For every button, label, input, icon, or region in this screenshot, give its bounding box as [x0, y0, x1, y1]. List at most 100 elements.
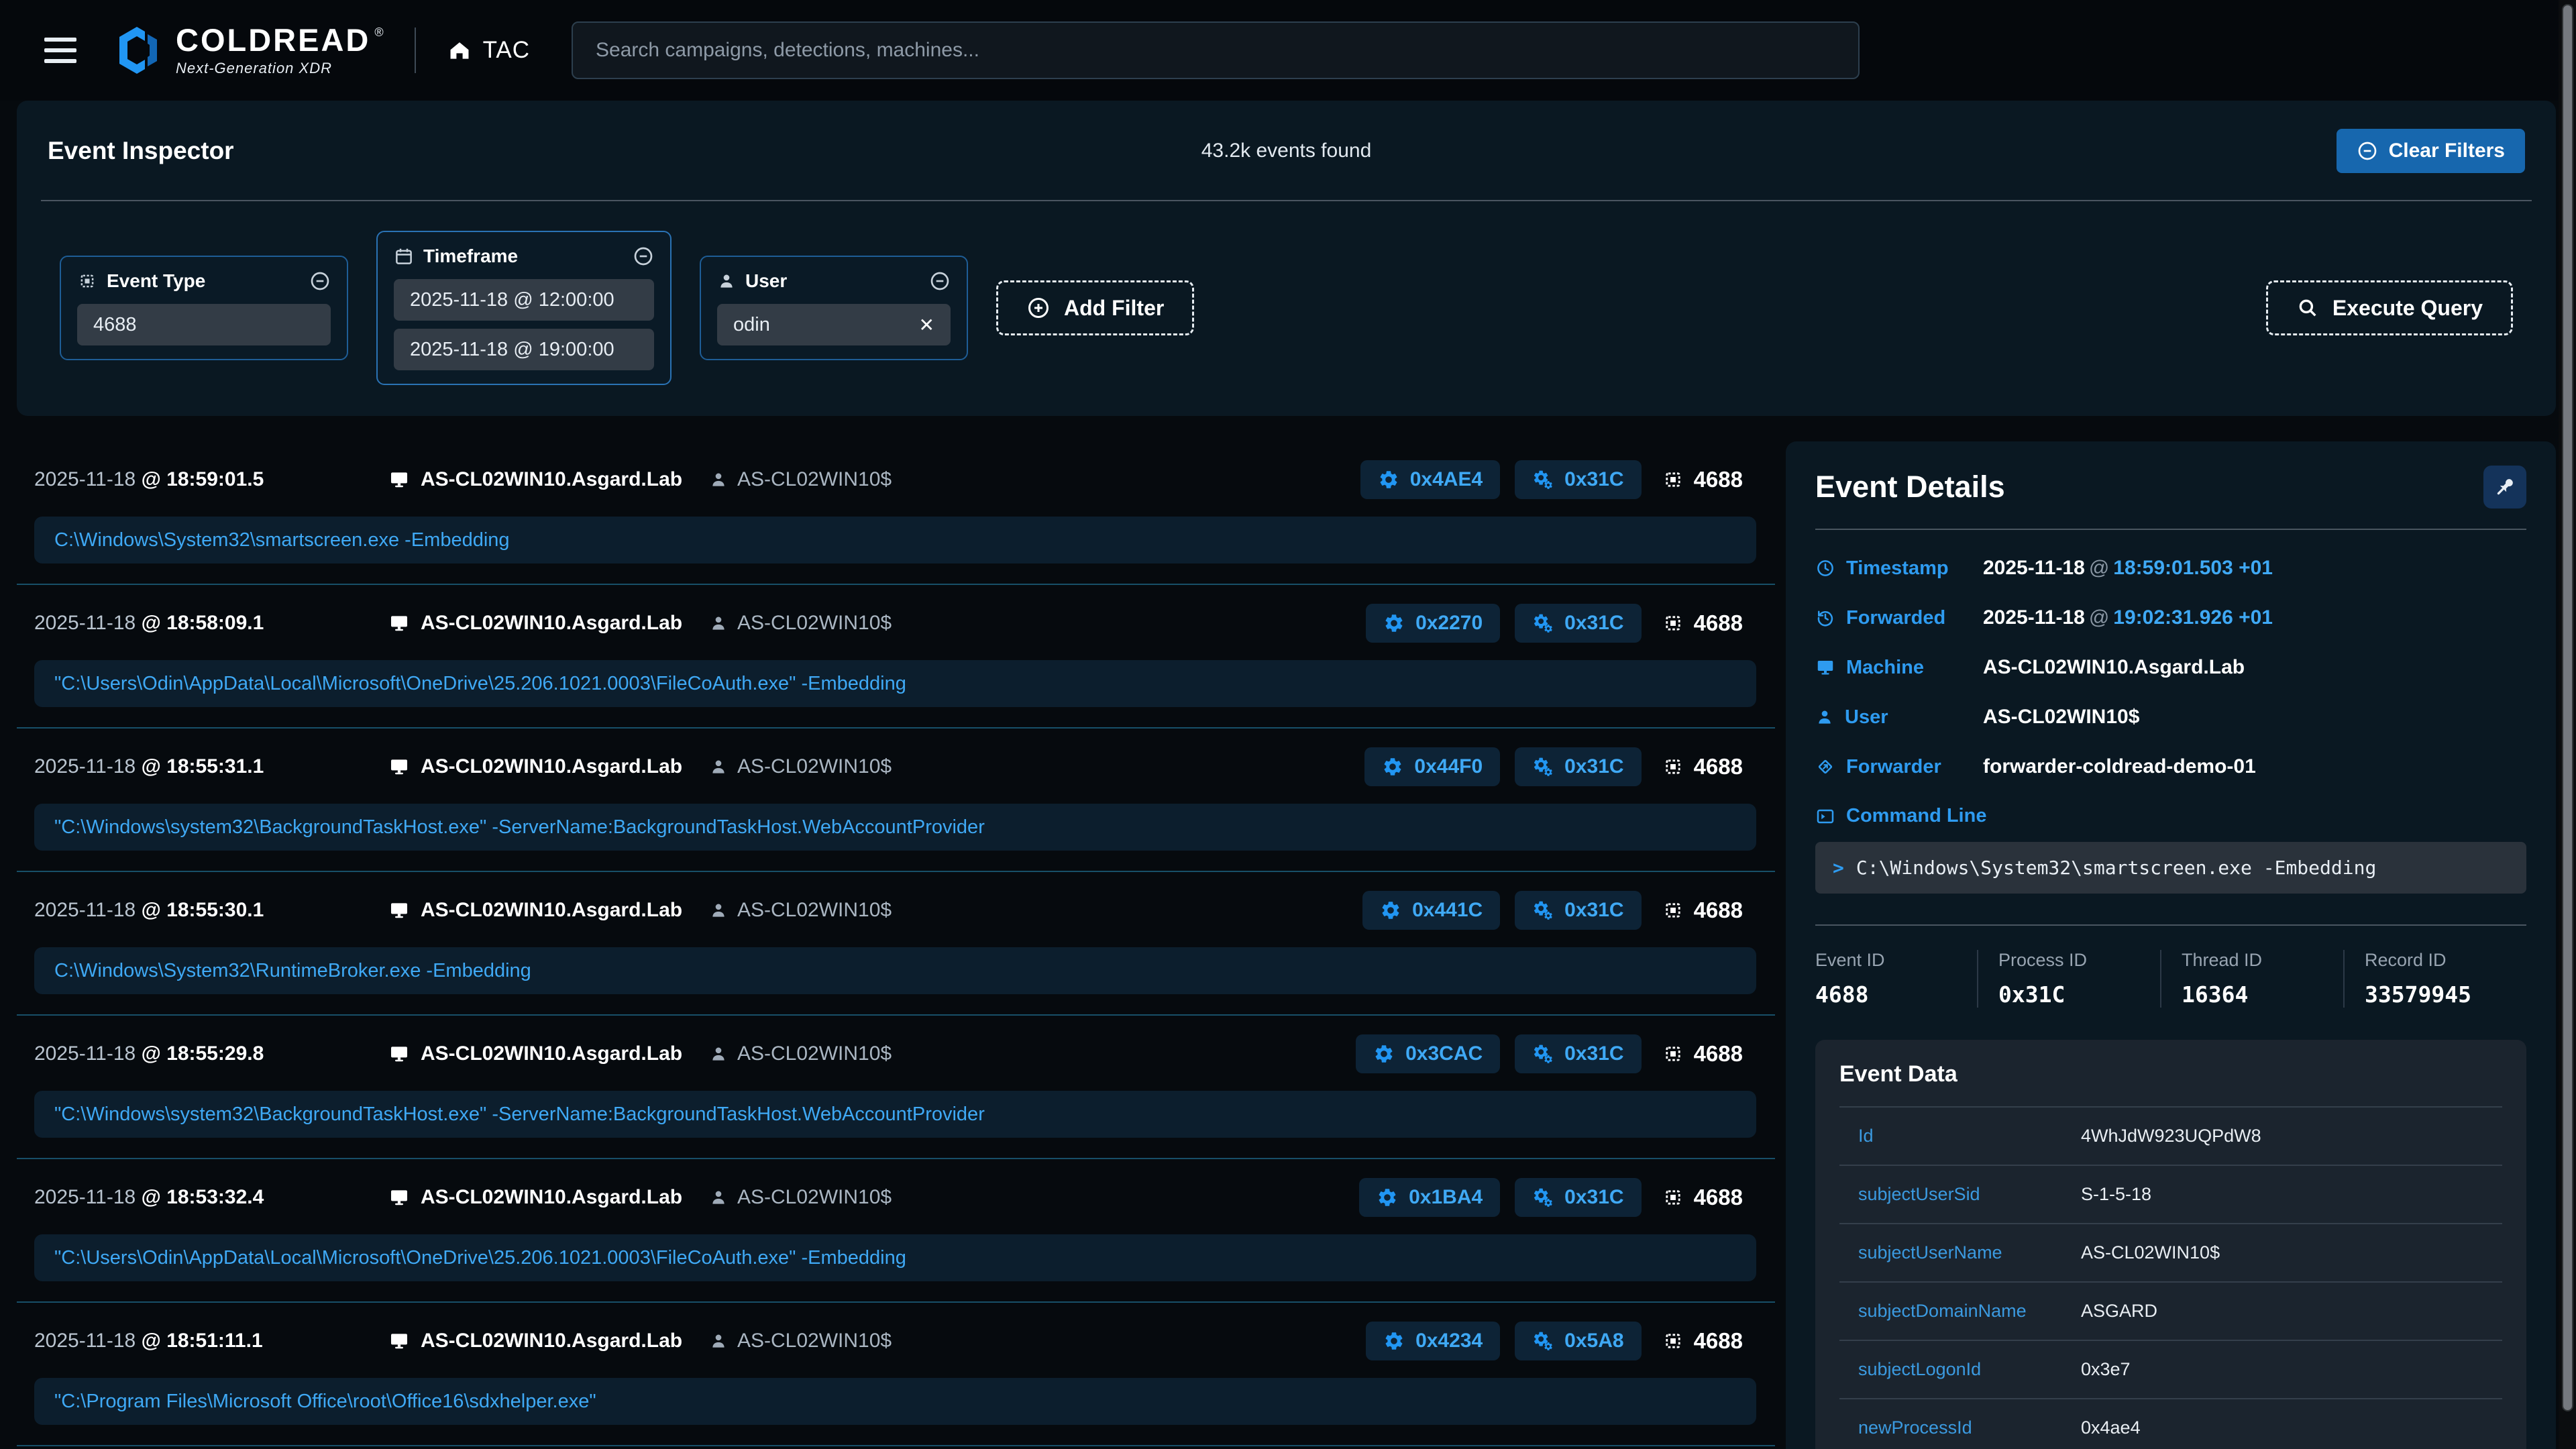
event-row[interactable]: 2025-11-18 @ 18:55:31.1 AS-CL02WIN10.Asg…: [17, 727, 1775, 871]
filter-chip-user[interactable]: User odin ✕: [700, 256, 968, 360]
chip-icon: [77, 271, 97, 291]
gear-icon: [1382, 756, 1403, 777]
event-type-value-input[interactable]: 4688: [77, 304, 331, 345]
event-user: AS-CL02WIN10$: [709, 612, 1366, 635]
pin-panel-button[interactable]: [2483, 466, 2526, 508]
monitor-icon: [388, 1043, 410, 1065]
page-scrollbar-thumb[interactable]: [2562, 4, 2573, 1411]
process-id-badge[interactable]: 0x2270: [1366, 604, 1500, 643]
command-line-field-label: Command Line: [1815, 805, 2526, 827]
person-icon: [709, 470, 728, 489]
page-scrollbar-track[interactable]: [2559, 0, 2576, 1449]
event-timestamp: 2025-11-18 @ 18:58:09.1: [34, 612, 388, 635]
stat-item: Process ID 0x31C: [1977, 950, 2160, 1008]
brand-tagline: Next-Generation XDR: [176, 60, 384, 77]
event-row[interactable]: 2025-11-18 @ 18:55:29.8 AS-CL02WIN10.Asg…: [17, 1014, 1775, 1158]
process-id-badge[interactable]: 0x4AE4: [1360, 460, 1500, 499]
nav-home-link[interactable]: TAC: [447, 37, 530, 64]
remove-filter-icon[interactable]: [929, 270, 951, 292]
event-command-line[interactable]: "C:\Windows\system32\BackgroundTaskHost.…: [34, 1091, 1756, 1138]
gear-icon: [1378, 469, 1399, 490]
timestamp-value: 2025-11-18@18:59:01.503 +01: [1983, 557, 2273, 580]
event-command-line[interactable]: C:\Windows\System32\RuntimeBroker.exe -E…: [34, 947, 1756, 994]
person-icon: [709, 1188, 728, 1207]
thread-id-badge[interactable]: 0x31C: [1515, 747, 1641, 786]
event-row[interactable]: 2025-11-18 @ 18:51:11.1 AS-CL02WIN10.Asg…: [17, 1301, 1775, 1445]
event-data-key: subjectUserName: [1858, 1242, 2081, 1263]
thread-id-badge[interactable]: 0x5A8: [1515, 1322, 1641, 1360]
thread-id-badge[interactable]: 0x31C: [1515, 460, 1641, 499]
gear-icon: [1373, 1043, 1395, 1065]
event-row[interactable]: 2025-11-18 @ 18:59:01.5 AS-CL02WIN10.Asg…: [17, 441, 1775, 584]
gear-icon: [1380, 900, 1401, 921]
process-id-badge[interactable]: 0x3CAC: [1356, 1034, 1500, 1073]
stat-item: Thread ID 16364: [2160, 950, 2343, 1008]
event-command-line[interactable]: C:\Windows\System32\smartscreen.exe -Emb…: [34, 517, 1756, 564]
event-command-line[interactable]: "C:\Users\Odin\AppData\Local\Microsoft\O…: [34, 660, 1756, 707]
timeframe-to-input[interactable]: 2025-11-18 @ 19:00:00: [394, 329, 654, 370]
stat-label: Event ID: [1815, 950, 1977, 971]
stat-label: Record ID: [2365, 950, 2526, 971]
event-command-line[interactable]: "C:\Program Files\Microsoft Office\root\…: [34, 1378, 1756, 1425]
filter-chip-timeframe[interactable]: Timeframe 2025-11-18 @ 12:00:00 2025-11-…: [376, 231, 672, 385]
gears-icon: [1532, 900, 1554, 921]
event-data-key: subjectUserSid: [1858, 1184, 2081, 1205]
remove-filter-icon[interactable]: [633, 246, 654, 267]
event-user: AS-CL02WIN10$: [709, 1330, 1366, 1352]
thread-id-badge[interactable]: 0x31C: [1515, 1178, 1641, 1217]
event-id-badge: 4688: [1662, 1041, 1743, 1067]
filter-chip-event-type[interactable]: Event Type 4688: [60, 256, 348, 360]
timestamp-field-label: Timestamp: [1815, 557, 1983, 580]
gears-icon: [1532, 612, 1554, 634]
machine-value: AS-CL02WIN10.Asgard.Lab: [1983, 656, 2245, 679]
menu-icon[interactable]: [44, 38, 76, 63]
event-row[interactable]: 2025-11-18 @ 18:53:32.4 AS-CL02WIN10.Asg…: [17, 1158, 1775, 1301]
add-filter-button[interactable]: Add Filter: [996, 280, 1194, 335]
remove-filter-icon[interactable]: [309, 270, 331, 292]
user-value-input[interactable]: odin ✕: [717, 304, 951, 345]
thread-id-badge[interactable]: 0x31C: [1515, 1034, 1641, 1073]
person-icon: [1815, 708, 1834, 727]
event-row[interactable]: 2025-11-18 @ 18:55:30.1 AS-CL02WIN10.Asg…: [17, 871, 1775, 1014]
nav-home-label: TAC: [483, 37, 530, 64]
thread-id-badge[interactable]: 0x31C: [1515, 604, 1641, 643]
process-id-badge[interactable]: 0x441C: [1362, 891, 1500, 930]
execute-query-button[interactable]: Execute Query: [2266, 280, 2513, 335]
event-data-value: AS-CL02WIN10$: [2081, 1242, 2502, 1263]
minus-circle-icon: [2357, 140, 2378, 162]
clear-filters-button[interactable]: Clear Filters: [2337, 129, 2525, 173]
user-value: odin: [733, 314, 770, 336]
stat-value: 16364: [2182, 981, 2343, 1008]
event-timestamp: 2025-11-18 @ 18:55:29.8: [34, 1042, 388, 1065]
event-row[interactable]: 2025-11-18 @ 18:49:24.4 AS-CL02WIN10.Asg…: [17, 1445, 1775, 1449]
event-data-rows: Id 4WhJdW923UQPdW8 subjectUserSid S-1-5-…: [1839, 1106, 2502, 1449]
process-id-badge[interactable]: 0x44F0: [1364, 747, 1500, 786]
process-id-badge[interactable]: 0x1BA4: [1359, 1178, 1500, 1217]
thread-id-badge[interactable]: 0x31C: [1515, 891, 1641, 930]
chip-icon: [1662, 468, 1684, 491]
global-search-input[interactable]: [572, 21, 1860, 79]
event-id-badge: 4688: [1662, 898, 1743, 923]
event-command-line[interactable]: "C:\Users\Odin\AppData\Local\Microsoft\O…: [34, 1234, 1756, 1281]
person-icon: [709, 1332, 728, 1350]
process-id-badge[interactable]: 0x4234: [1366, 1322, 1500, 1360]
timeframe-from-input[interactable]: 2025-11-18 @ 12:00:00: [394, 279, 654, 321]
event-row[interactable]: 2025-11-18 @ 18:58:09.1 AS-CL02WIN10.Asg…: [17, 584, 1775, 727]
clear-user-icon[interactable]: ✕: [919, 314, 934, 336]
event-data-key: subjectDomainName: [1858, 1301, 2081, 1322]
gears-icon: [1532, 1043, 1554, 1065]
event-command-line[interactable]: "C:\Windows\system32\BackgroundTaskHost.…: [34, 804, 1756, 851]
event-user: AS-CL02WIN10$: [709, 899, 1362, 922]
command-line-code-block[interactable]: >C:\Windows\System32\smartscreen.exe -Em…: [1815, 842, 2526, 894]
event-timestamp: 2025-11-18 @ 18:59:01.5: [34, 468, 388, 491]
results-count: 43.2k events found: [1201, 140, 1372, 162]
brand-logo[interactable]: COLDREAD ® Next-Generation XDR: [114, 24, 384, 77]
top-navigation-bar: COLDREAD ® Next-Generation XDR TAC: [0, 0, 2576, 101]
gears-icon: [1532, 756, 1554, 777]
plus-circle-icon: [1026, 296, 1051, 320]
event-data-title: Event Data: [1839, 1061, 2502, 1087]
event-data-row: subjectUserSid S-1-5-18: [1839, 1165, 2502, 1223]
filter-label: Event Type: [107, 270, 205, 292]
monitor-icon: [388, 612, 410, 634]
event-data-value: 0x4ae4: [2081, 1417, 2502, 1438]
